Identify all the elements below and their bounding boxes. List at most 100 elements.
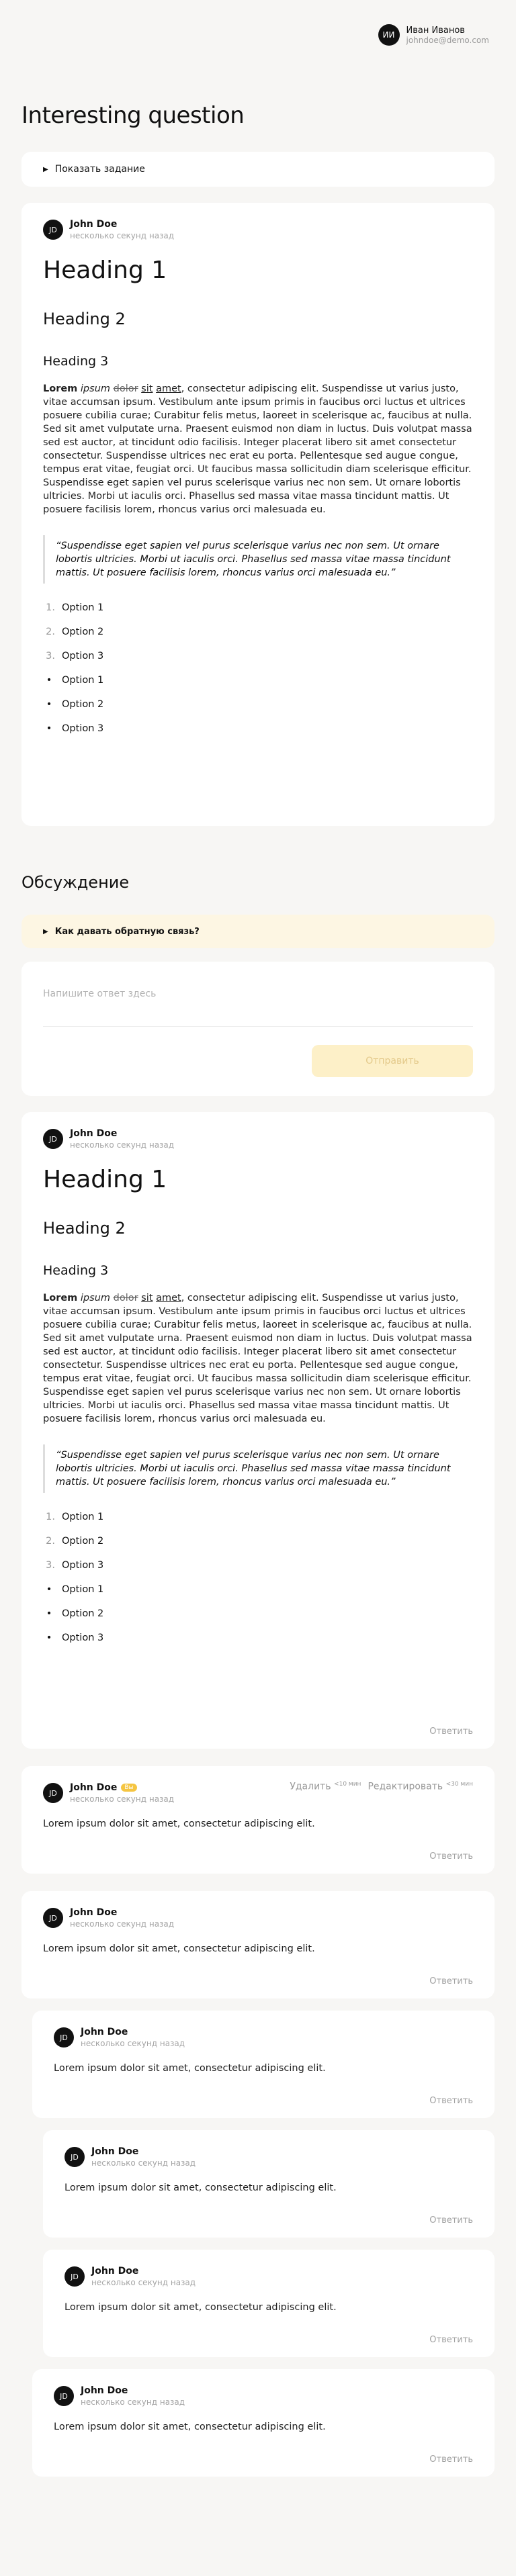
reply-card: JD John Doe несколько секунд назад Lorem… [32, 2369, 494, 2477]
list-item: 1. Option 1 [46, 602, 104, 613]
list-item: 3. Option 3 [46, 1560, 104, 1571]
heading-1: Heading 1 [43, 1166, 167, 1193]
comment-paragraph: Lorem ipsum dolor sit amet, consectetur … [43, 1293, 472, 1424]
comment-author: JD John Doe несколько секунд назад [54, 2385, 473, 2407]
divider [43, 1026, 473, 1027]
comment-text: Lorem ipsum dolor sit amet, consectetur … [64, 2182, 337, 2193]
author-avatar: JD [64, 2147, 85, 2167]
reply-card: JD John Doe несколько секунд назад Lorem… [43, 2250, 494, 2357]
comment-author: JD John Doe несколько секунд назад [64, 2266, 473, 2287]
list-item: • Option 3 [46, 723, 104, 734]
reply-link[interactable]: Ответить [429, 2335, 473, 2345]
reply-card: JD John Doe несколько секунд назад Lorem… [32, 2011, 494, 2118]
post-paragraph: Lorem ipsum dolor sit amet, consectetur … [43, 383, 472, 515]
comment-time: несколько секунд назад [70, 1919, 175, 1929]
bullet-list: • Option 1 • Option 2 • Option 3 [43, 1583, 473, 1645]
list-item: • Option 2 [46, 1608, 104, 1619]
user-email: johndoe@demo.com [406, 35, 490, 45]
author-name: John Doe [91, 2266, 139, 2276]
list-item: 2. Option 2 [46, 1536, 104, 1547]
ordered-list: 1. Option 1 2. Option 2 3. Option 3 [43, 601, 473, 663]
bullet-list: • Option 1 • Option 2 • Option 3 [43, 674, 473, 735]
comment-author: JD John Doe несколько секунд назад [64, 2146, 473, 2168]
author-name: John Doe [91, 2146, 139, 2157]
heading-2: Heading 2 [43, 1219, 126, 1238]
list-item: • Option 3 [46, 1632, 104, 1643]
comment-time: несколько секунд назад [81, 2039, 185, 2048]
reply-link[interactable]: Ответить [429, 1727, 473, 1737]
reply-composer: Напишите ответ здесь Отправить [22, 962, 494, 1096]
reply-link[interactable]: Ответить [429, 1976, 473, 1986]
comment-card: JD John Doe несколько секунд назад Headi… [22, 1112, 494, 1749]
user-avatar: ИИ [378, 24, 400, 46]
show-task-label: Показать задание [54, 164, 145, 175]
comment-card: JD John Doe несколько секунд назад Lorem… [22, 1891, 494, 1998]
author-avatar: JD [54, 2027, 74, 2048]
comment-text: Lorem ipsum dolor sit amet, consectetur … [54, 2422, 326, 2432]
post-content: Heading 1 Heading 2 Heading 3 Lorem ipsu… [43, 257, 473, 735]
reply-link[interactable]: Ответить [429, 2454, 473, 2465]
delete-button[interactable]: Удалить <10 мин [290, 1781, 361, 1792]
discussion-title: Обсуждение [22, 873, 130, 892]
post-author: JD John Doe несколько секунд назад [43, 219, 473, 240]
heading-3: Heading 3 [43, 1263, 109, 1278]
heading-1: Heading 1 [43, 257, 167, 284]
comment-author: JD John Doe несколько секунд назад [43, 1907, 473, 1929]
comment-time: несколько секунд назад [91, 2158, 196, 2168]
author-name: John Doe [70, 219, 118, 230]
author-name: John Doe [81, 2027, 128, 2037]
heading-3: Heading 3 [43, 354, 109, 369]
comment-text: Lorem ipsum dolor sit amet, consectetur … [43, 1943, 315, 1954]
post-quote: “Suspendisse eget sapien vel purus scele… [43, 535, 473, 584]
comment-card: JD John Doe Вы несколько секунд назад Уда… [22, 1766, 494, 1874]
comment-time: несколько секунд назад [81, 2397, 185, 2407]
list-item: • Option 1 [46, 675, 104, 686]
send-button[interactable]: Отправить [312, 1045, 473, 1077]
post-time: несколько секунд назад [70, 231, 175, 240]
comment-text: Lorem ipsum dolor sit amet, consectetur … [54, 2063, 326, 2074]
heading-2: Heading 2 [43, 310, 126, 328]
ordered-list: 1. Option 1 2. Option 2 3. Option 3 [43, 1510, 473, 1572]
triangle-right-icon: ▶ [43, 165, 48, 173]
author-name: John Doe Вы [70, 1782, 174, 1793]
reply-link[interactable]: Ответить [429, 2215, 473, 2225]
author-name: John Doe [70, 1907, 118, 1918]
comment-text: Lorem ipsum dolor sit amet, consectetur … [64, 2302, 337, 2313]
page-title: Interesting question [22, 102, 245, 129]
question-post: JD John Doe несколько секунд назад Headi… [22, 203, 494, 826]
list-item: • Option 2 [46, 699, 104, 710]
edit-button[interactable]: Редактировать <30 мин [368, 1781, 473, 1792]
list-item: 1. Option 1 [46, 1512, 104, 1522]
comment-content: Heading 1 Heading 2 Heading 3 Lorem ipsu… [43, 1166, 473, 1645]
reply-card: JD John Doe несколько секунд назад Lorem… [43, 2130, 494, 2238]
own-badge: Вы [121, 1784, 137, 1792]
comment-time: несколько секунд назад [91, 2278, 196, 2287]
reply-link[interactable]: Ответить [429, 2096, 473, 2106]
comment-author: JD John Doe несколько секунд назад [43, 1128, 473, 1150]
author-avatar: JD [43, 1908, 63, 1928]
author-avatar: JD [54, 2386, 74, 2406]
reply-link[interactable]: Ответить [429, 1851, 473, 1861]
author-avatar: JD [64, 2266, 85, 2287]
feedback-toggle[interactable]: ▶ Как давать обратную связь? [22, 915, 494, 948]
comment-actions: Удалить <10 мин Редактировать <30 мин [290, 1781, 473, 1792]
list-item: 2. Option 2 [46, 627, 104, 637]
comment-text: Lorem ipsum dolor sit amet, consectetur … [43, 1819, 315, 1829]
triangle-right-icon: ▶ [43, 927, 48, 935]
comment-author: JD John Doe несколько секунд назад [54, 2027, 473, 2048]
author-avatar: JD [43, 220, 63, 240]
feedback-label: Как давать обратную связь? [54, 926, 200, 937]
author-name: John Doe [70, 1128, 118, 1139]
comment-time: несколько секунд назад [70, 1140, 175, 1150]
reply-input[interactable]: Напишите ответ здесь [43, 988, 156, 999]
show-task-toggle[interactable]: ▶ Показать задание [22, 152, 494, 187]
author-name: John Doe [81, 2385, 128, 2396]
comment-quote: “Suspendisse eget sapien vel purus scele… [43, 1444, 473, 1493]
comment-time: несколько секунд назад [70, 1794, 175, 1804]
author-avatar: JD [43, 1783, 63, 1803]
list-item: 3. Option 3 [46, 651, 104, 661]
list-item: • Option 1 [46, 1584, 104, 1595]
user-name: Иван Иванов [406, 25, 465, 36]
user-menu[interactable]: ИИ Иван Иванов johndoe@demo.com [378, 24, 490, 46]
author-avatar: JD [43, 1129, 63, 1149]
